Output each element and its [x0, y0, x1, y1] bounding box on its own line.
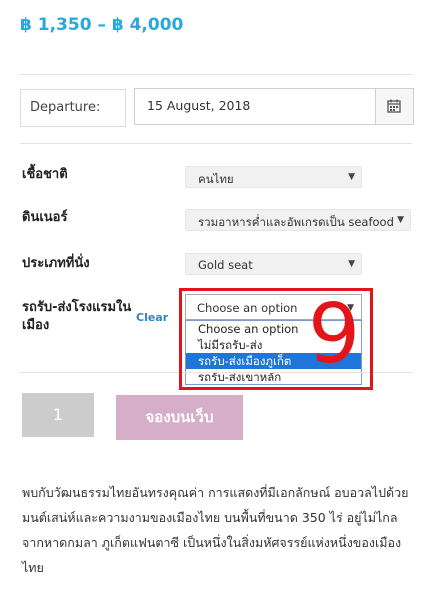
divider	[20, 143, 412, 144]
dinner-select[interactable]: รวมอาหารค่ำและอัพเกรดเป็น seafood ▼	[185, 209, 411, 231]
chevron-down-icon: ▼	[397, 215, 404, 225]
book-online-button[interactable]: จองบนเว็บ	[116, 395, 243, 440]
divider	[20, 74, 412, 75]
seat-type-value: Gold seat	[198, 258, 253, 272]
price-range: ฿ 1,350 – ฿ 4,000	[20, 15, 184, 35]
calendar-icon	[387, 99, 401, 113]
chevron-down-icon: ▼	[348, 259, 355, 269]
transfer-label-line2: เมือง	[22, 318, 50, 333]
seat-type-label: ประเภทที่นั่ง	[22, 256, 90, 271]
departure-date-value[interactable]: 15 August, 2018	[147, 98, 250, 113]
nationality-label: เชื้อชาติ	[22, 167, 68, 182]
chevron-down-icon: ▼	[348, 172, 355, 182]
annotation-number: 9	[308, 287, 361, 382]
nationality-value: คนไทย	[198, 172, 234, 186]
seat-type-select[interactable]: Gold seat ▼	[185, 253, 362, 275]
departure-label: Departure:	[30, 100, 101, 115]
dinner-value: รวมอาหารค่ำและอัพเกรดเป็น seafood	[198, 215, 394, 229]
quantity-input[interactable]: 1	[22, 393, 94, 437]
clear-link[interactable]: Clear	[136, 311, 168, 324]
description-text: พบกับวัฒนธรรมไทยอันทรงคุณค่า การแสดงที่ม…	[22, 485, 409, 575]
nationality-select[interactable]: คนไทย ▼	[185, 166, 362, 188]
dinner-label: ดินเนอร์	[22, 210, 68, 225]
calendar-button[interactable]	[375, 88, 414, 125]
